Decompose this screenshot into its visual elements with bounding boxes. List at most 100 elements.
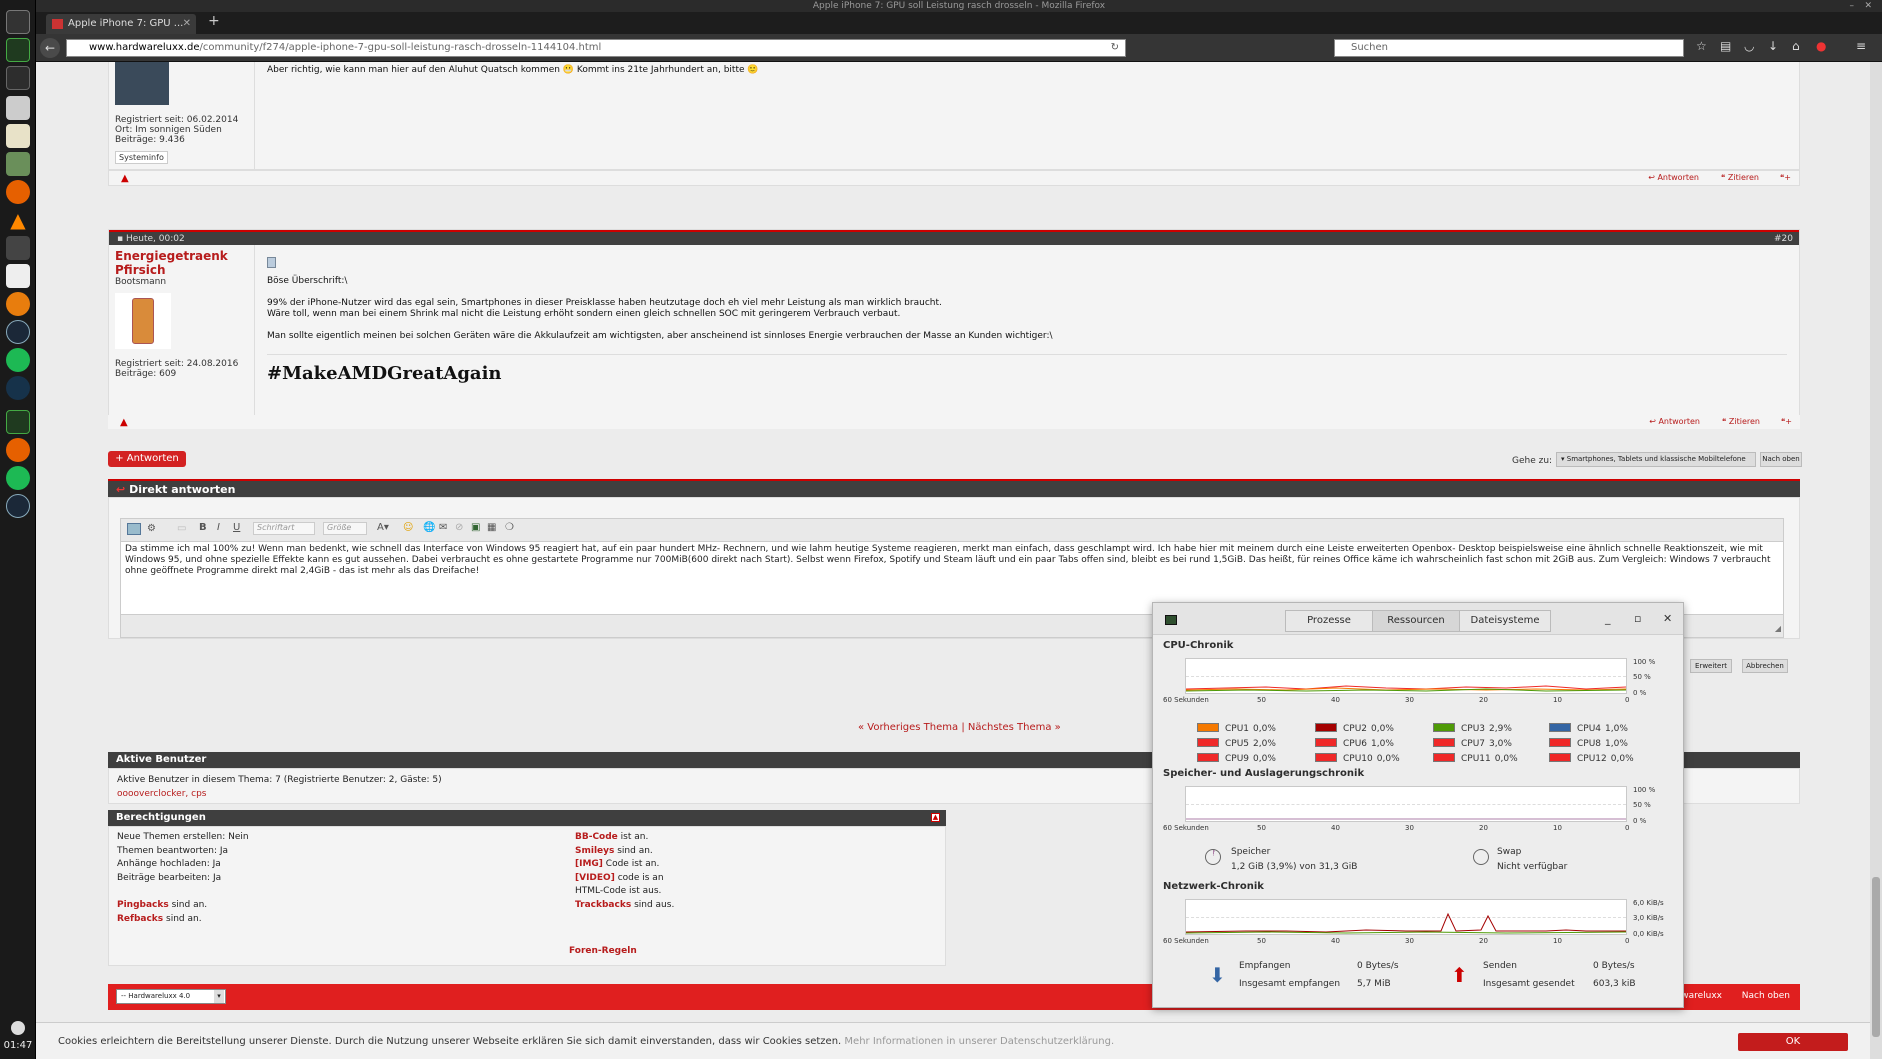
img-link[interactable]: [IMG] xyxy=(575,859,603,869)
cookie-ok-button[interactable]: OK xyxy=(1738,1033,1848,1051)
wave-icon[interactable] xyxy=(6,376,30,400)
cancel-button[interactable]: Abbrechen xyxy=(1742,659,1788,673)
firefox-icon[interactable] xyxy=(6,438,30,462)
blender-icon[interactable] xyxy=(6,292,30,316)
video-icon[interactable]: ▦ xyxy=(487,522,496,533)
report-icon[interactable]: ▲ xyxy=(121,173,129,184)
pingbacks-link[interactable]: Pingbacks xyxy=(117,900,169,910)
advanced-button[interactable]: Erweitert xyxy=(1690,659,1732,673)
italic-icon[interactable]: I xyxy=(217,522,220,533)
minimize-icon[interactable]: – xyxy=(1850,0,1855,12)
power-icon[interactable] xyxy=(11,1021,25,1035)
library-icon[interactable]: ▤ xyxy=(1720,39,1731,53)
quote-icon[interactable]: ❍ xyxy=(505,522,514,533)
privacy-link[interactable]: Mehr Informationen in unserer Datenschut… xyxy=(844,1036,1114,1047)
smiley-icon[interactable]: ☺ xyxy=(403,522,413,533)
reply-button[interactable]: ↩ Antworten xyxy=(1648,173,1699,182)
steam-icon[interactable] xyxy=(6,494,30,518)
smilies-link[interactable]: Smileys xyxy=(575,846,614,856)
forum-rules-link[interactable]: Foren-Regeln xyxy=(569,945,637,959)
unlink-icon[interactable]: ⊘ xyxy=(455,522,463,533)
new-tab-icon[interactable]: + xyxy=(208,13,220,29)
files-icon[interactable] xyxy=(6,96,30,120)
cpu-color-swatch[interactable] xyxy=(1197,738,1219,747)
spotify-icon[interactable] xyxy=(6,466,30,490)
scrollbar[interactable] xyxy=(1870,62,1882,1059)
back-icon[interactable]: ← xyxy=(40,38,60,58)
reply-button[interactable]: ↩ Antworten xyxy=(1649,417,1700,426)
source-icon[interactable]: ⚙ xyxy=(147,523,156,534)
style-select[interactable]: -- Hardwareluxx 4.0 ▾ xyxy=(116,989,226,1004)
bold-icon[interactable]: B xyxy=(199,522,207,533)
quote-button[interactable]: ❝ Zitieren xyxy=(1722,417,1760,426)
system-monitor-icon[interactable] xyxy=(6,38,30,62)
image-icon[interactable]: ▣ xyxy=(471,522,480,533)
cpu-color-swatch[interactable] xyxy=(1549,723,1571,732)
clear-icon[interactable]: ▭ xyxy=(177,523,186,534)
cpu-color-swatch[interactable] xyxy=(1315,738,1337,747)
cpu-color-swatch[interactable] xyxy=(1549,753,1571,762)
underline-icon[interactable]: U xyxy=(233,522,240,533)
wysiwyg-icon[interactable] xyxy=(127,523,141,535)
refbacks-link[interactable]: Refbacks xyxy=(117,914,163,924)
footer-to-top[interactable]: Nach oben xyxy=(1742,991,1790,1001)
to-top-button[interactable]: Nach oben xyxy=(1760,452,1802,467)
steam-icon[interactable] xyxy=(6,320,30,344)
wing-icon[interactable] xyxy=(6,236,30,260)
answer-button[interactable]: + Antworten xyxy=(108,451,186,467)
size-select[interactable]: Größe xyxy=(323,522,367,535)
cpu-color-swatch[interactable] xyxy=(1315,723,1337,732)
close-icon[interactable]: ✕ xyxy=(1663,612,1672,625)
tab-resources[interactable]: Ressourcen xyxy=(1372,610,1460,632)
bookmark-star-icon[interactable]: ☆ xyxy=(1696,39,1707,53)
sysinfo-button[interactable]: Systeminfo xyxy=(115,151,168,164)
url-bar[interactable]: www.hardwareluxx.de/community/f274/apple… xyxy=(66,39,1126,57)
username[interactable]: Energiegetraenk Pfirsich xyxy=(115,249,248,277)
multiquote-icon[interactable]: ❝+ xyxy=(1780,173,1791,182)
minimize-icon[interactable]: _ xyxy=(1605,612,1611,625)
trackbacks-link[interactable]: Trackbacks xyxy=(575,900,631,910)
search-input[interactable]: Suchen xyxy=(1334,39,1684,57)
close-tab-icon[interactable]: ✕ xyxy=(183,14,191,34)
cpu-color-swatch[interactable] xyxy=(1197,753,1219,762)
download-icon[interactable]: ↓ xyxy=(1768,39,1778,53)
text-color-icon[interactable]: A▾ xyxy=(377,522,389,533)
link-icon[interactable]: 🌐 xyxy=(423,522,435,533)
firefox-icon[interactable] xyxy=(6,180,30,204)
addon-icon[interactable]: ● xyxy=(1816,39,1826,53)
cpu-color-swatch[interactable] xyxy=(1549,738,1571,747)
video-link[interactable]: [VIDEO] xyxy=(575,873,615,883)
vlc-icon[interactable]: ▲ xyxy=(6,208,30,232)
collapse-icon[interactable]: ▲ xyxy=(931,813,940,822)
cpu-color-swatch[interactable] xyxy=(1433,723,1455,732)
calculator-icon[interactable] xyxy=(6,152,30,176)
home-icon[interactable]: ⌂ xyxy=(1792,39,1800,53)
email-icon[interactable]: ✉ xyxy=(439,522,447,533)
font-select[interactable]: Schriftart xyxy=(253,522,315,535)
cpu-color-swatch[interactable] xyxy=(1315,753,1337,762)
resize-handle-icon[interactable]: ◢ xyxy=(1775,624,1781,633)
scrollbar-thumb[interactable] xyxy=(1872,877,1880,1037)
cpu-color-swatch[interactable] xyxy=(1433,738,1455,747)
tab-filesystems[interactable]: Dateisysteme xyxy=(1459,610,1551,632)
tab-processes[interactable]: Prozesse xyxy=(1285,610,1373,632)
text-editor-icon[interactable] xyxy=(6,124,30,148)
document-icon[interactable] xyxy=(6,264,30,288)
cpu-color-swatch[interactable] xyxy=(1433,753,1455,762)
goto-select[interactable]: ▾ Smartphones, Tablets und klassische Mo… xyxy=(1556,452,1756,467)
pocket-icon[interactable]: ◡ xyxy=(1744,39,1754,53)
close-icon[interactable]: ✕ xyxy=(1864,0,1872,12)
post-number[interactable]: #20 xyxy=(1774,232,1793,247)
menu-icon[interactable] xyxy=(6,10,30,34)
spotify-icon[interactable] xyxy=(6,348,30,372)
terminal-icon[interactable] xyxy=(6,66,30,90)
multiquote-icon[interactable]: ❝+ xyxy=(1781,417,1792,426)
browser-tab[interactable]: Apple iPhone 7: GPU ... ✕ xyxy=(46,14,196,34)
bbcode-link[interactable]: BB-Code xyxy=(575,832,618,842)
thread-nav[interactable]: « Vorheriges Thema | Nächstes Thema » xyxy=(858,722,1061,733)
reload-icon[interactable]: ↻ xyxy=(1111,40,1119,56)
quote-button[interactable]: ❝ Zitieren xyxy=(1721,173,1759,182)
report-icon[interactable]: ▲ xyxy=(120,417,128,428)
system-monitor-icon[interactable] xyxy=(6,410,30,434)
cpu-color-swatch[interactable] xyxy=(1197,723,1219,732)
